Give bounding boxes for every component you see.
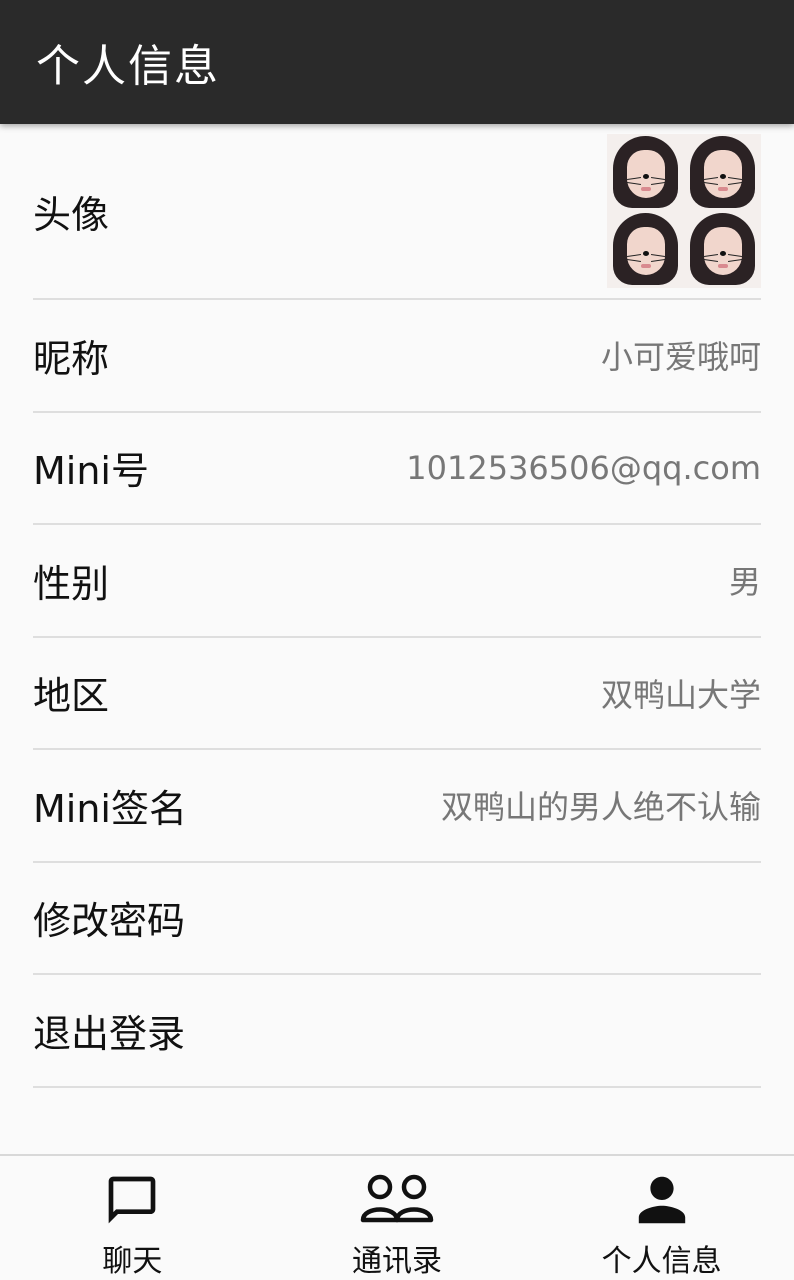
gender-value: 男 [728,563,761,602]
row-mini-id[interactable]: Mini号 1012536506@qq.com [33,413,761,525]
nav-profile[interactable]: 个人信息 [529,1156,794,1280]
profile-list: 头像 昵称 小可爱哦呵 Mini号 1012536506@qq.com 性别 男… [33,124,761,1088]
region-value: 双鸭山大学 [600,675,761,714]
app-bar: 个人信息 [0,0,794,124]
nav-label: 通讯录 [352,1244,442,1279]
signature-value: 双鸭山的男人绝不认输 [440,788,761,827]
row-label: 性别 [33,561,110,606]
row-region[interactable]: 地区 双鸭山大学 [33,638,761,750]
mini-id-value: 1012536506@qq.com [406,448,761,487]
row-label: 修改密码 [33,899,186,944]
row-label: 退出登录 [33,1011,186,1056]
row-change-password[interactable]: 修改密码 [33,863,761,975]
nav-label: 个人信息 [601,1244,722,1279]
bottom-navigation: 聊天 通讯录 个人信息 [0,1154,794,1280]
row-avatar[interactable]: 头像 [33,124,761,300]
row-label: Mini号 [33,449,149,494]
nickname-value: 小可爱哦呵 [600,338,761,377]
avatar-image[interactable] [607,134,761,288]
avatar-tile [684,211,761,288]
row-label: Mini签名 [33,786,187,831]
avatar-tile [684,134,761,211]
row-logout[interactable]: 退出登录 [33,975,761,1088]
row-label: 昵称 [33,336,110,381]
chat-bubble-icon [92,1166,172,1234]
avatar-tile [607,211,684,288]
nav-label: 聊天 [102,1244,163,1279]
row-label: 头像 [33,192,110,237]
nav-chat[interactable]: 聊天 [0,1156,265,1280]
row-signature[interactable]: Mini签名 双鸭山的男人绝不认输 [33,750,761,863]
row-nickname[interactable]: 昵称 小可爱哦呵 [33,300,761,413]
avatar-tile [607,134,684,211]
row-gender[interactable]: 性别 男 [33,525,761,638]
page-title: 个人信息 [36,41,220,92]
person-icon [622,1166,702,1234]
row-label: 地区 [33,674,110,719]
nav-contacts[interactable]: 通讯录 [265,1156,530,1280]
contacts-icon [357,1166,437,1234]
